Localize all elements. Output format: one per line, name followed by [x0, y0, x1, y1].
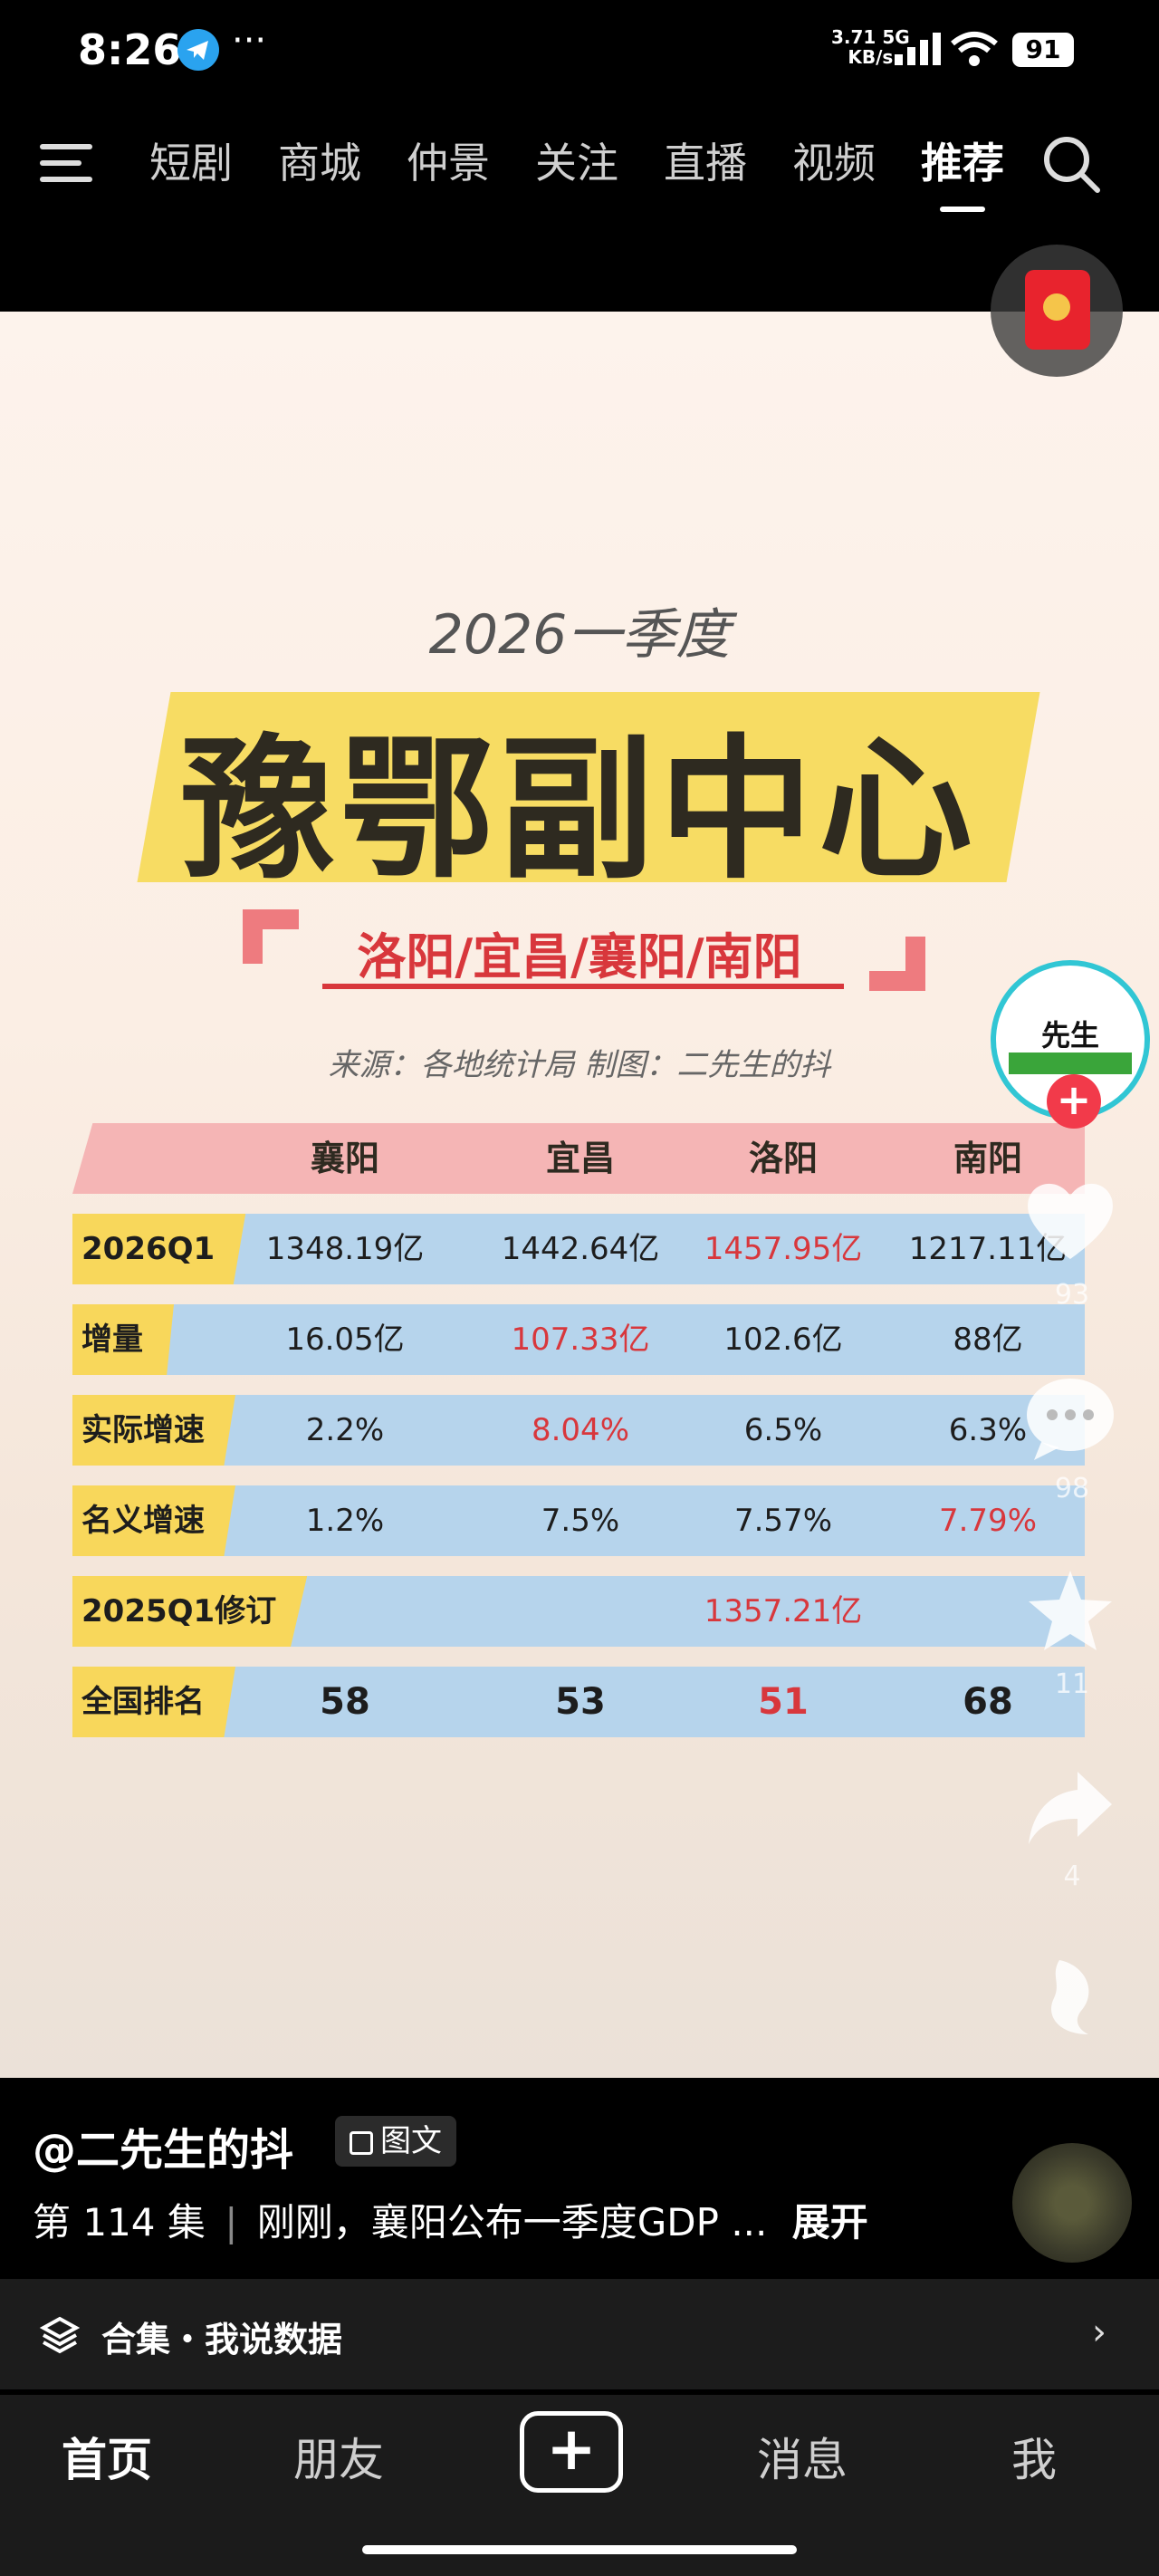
comment-icon[interactable]: [1023, 1375, 1117, 1466]
table-cell: 6.5%: [743, 1412, 823, 1448]
tab-mall[interactable]: 商城: [255, 134, 384, 192]
table-row: 2026Q1 1348.19亿 1442.64亿 1457.95亿 1217.11亿: [72, 1214, 1085, 1284]
collection-title: 合集・我说数据: [101, 2320, 343, 2360]
table-cell: 8.04%: [531, 1412, 629, 1448]
nav-messages[interactable]: 消息: [721, 2424, 884, 2489]
expand-button[interactable]: 展开: [792, 2200, 868, 2244]
author-name[interactable]: @二先生的抖: [33, 2114, 293, 2177]
table-row: 实际增速 2.2% 8.04% 6.5% 6.3%: [72, 1395, 1085, 1466]
row-label: 增量: [72, 1304, 174, 1375]
tab-following[interactable]: 关注: [512, 134, 641, 192]
nav-me[interactable]: 我: [953, 2424, 1116, 2489]
column-header: 宜昌: [545, 1139, 615, 1178]
share-count: 4: [1063, 1860, 1081, 1892]
table-cell: 51: [758, 1681, 809, 1723]
more-notifications-icon: ···: [232, 20, 267, 62]
photo-icon: [350, 2130, 373, 2155]
post-image[interactable]: 2026一季度 豫鄂副中心 洛阳/宜昌/襄阳/南阳 来源：各地统计局 制图：二先…: [0, 312, 1159, 2078]
top-tabs: 短剧 商城 仲景 关注 直播 视频 推荐: [127, 134, 1027, 212]
underline-decoration: [322, 984, 844, 989]
nav-home[interactable]: 首页: [25, 2424, 188, 2489]
description-text: 刚刚，襄阳公布一季度GDP ...: [256, 2200, 768, 2244]
table-cell: 53: [555, 1681, 606, 1723]
row-label: 2025Q1修订: [72, 1576, 308, 1647]
status-bar: 8:26 ··· 3.71 5G KB/s 91: [0, 0, 1159, 104]
clock: 8:26: [78, 25, 182, 74]
nav-friends[interactable]: 朋友: [257, 2424, 420, 2489]
menu-icon[interactable]: [40, 140, 98, 186]
table-row: 名义增速 1.2% 7.5% 7.57% 7.79%: [72, 1485, 1085, 1556]
tab-zhongjing[interactable]: 仲景: [384, 134, 512, 192]
episode-label: 第 114 集: [33, 2200, 206, 2244]
follow-button[interactable]: +: [1047, 1074, 1101, 1129]
home-indicator: [362, 2545, 797, 2554]
table-cell: 16.05亿: [285, 1322, 405, 1358]
table-cell: 7.5%: [541, 1503, 620, 1539]
comment-count: 98: [1054, 1473, 1090, 1504]
table-cell: 1.2%: [305, 1503, 385, 1539]
table-row: 全国排名 58 53 51 68: [72, 1667, 1085, 1737]
table-cell: 88亿: [953, 1322, 1023, 1358]
badge-label: 图文: [380, 2123, 442, 2159]
red-packet-button[interactable]: [991, 245, 1123, 377]
table-cell: 102.6亿: [723, 1322, 843, 1358]
table-cell: 107.33亿: [511, 1322, 650, 1358]
more-options-icon[interactable]: [1041, 1956, 1099, 2042]
share-icon[interactable]: [1025, 1766, 1116, 1851]
tab-short-drama[interactable]: 短剧: [127, 134, 255, 192]
table-header: 襄阳 宜昌 洛阳 南阳: [72, 1123, 1085, 1194]
row-label: 实际增速: [72, 1395, 235, 1466]
red-envelope-icon: [1025, 270, 1090, 350]
wifi-icon: [949, 31, 1000, 71]
favorite-icon[interactable]: [1025, 1567, 1116, 1658]
tab-live[interactable]: 直播: [641, 134, 770, 192]
table-cell: 7.57%: [733, 1503, 832, 1539]
tab-video[interactable]: 视频: [770, 134, 898, 192]
column-header: 襄阳: [310, 1139, 379, 1178]
post-cities: 洛阳/宜昌/襄阳/南阳: [357, 928, 802, 985]
column-header: 洛阳: [748, 1139, 818, 1178]
table-row: 增量 16.05亿 107.33亿 102.6亿 88亿: [72, 1304, 1085, 1375]
telegram-icon: [177, 29, 219, 71]
battery-indicator: 91: [1012, 33, 1074, 67]
search-icon[interactable]: [1041, 134, 1101, 194]
table-cell: 1348.19亿: [265, 1231, 425, 1267]
content-type-badge: 图文: [335, 2116, 456, 2167]
table-cell: 1457.95亿: [704, 1231, 863, 1267]
table-row: 2025Q1修订 1357.21亿: [72, 1576, 1085, 1647]
signal-icon: [895, 33, 942, 69]
row-label: 全国排名: [72, 1667, 235, 1737]
avatar-label: 先生: [1040, 1018, 1099, 1053]
add-button[interactable]: +: [520, 2411, 623, 2493]
like-count: 93: [1054, 1279, 1090, 1311]
table-cell: 1442.64亿: [501, 1231, 660, 1267]
like-icon[interactable]: [1023, 1177, 1117, 1268]
post-title: 豫鄂副中心: [180, 719, 978, 900]
avatar-banner: [1009, 1053, 1132, 1074]
post-source: 来源：各地统计局 制图：二先生的抖: [328, 1047, 831, 1083]
table-cell: 58: [320, 1681, 370, 1723]
music-disc[interactable]: [1012, 2143, 1132, 2263]
post-description[interactable]: 第 114 集 | 刚刚，襄阳公布一季度GDP ... 展开: [33, 2192, 868, 2247]
row-label: 名义增速: [72, 1485, 235, 1556]
layers-icon: [39, 2315, 81, 2355]
table-cell: 1357.21亿: [704, 1593, 863, 1629]
row-label: 2026Q1: [72, 1214, 246, 1284]
tab-recommended[interactable]: 推荐: [898, 134, 1027, 212]
chevron-right-icon: ›: [1092, 2312, 1106, 2353]
favorite-count: 11: [1054, 1668, 1090, 1700]
post-period: 2026一季度: [428, 603, 731, 667]
table-cell: 2.2%: [305, 1412, 385, 1448]
